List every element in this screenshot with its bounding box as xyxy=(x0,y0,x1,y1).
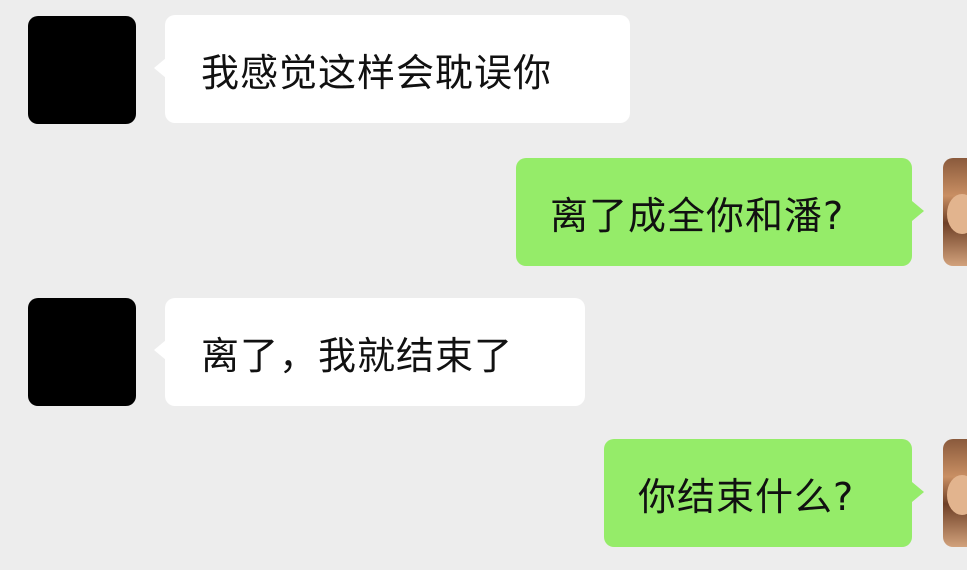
avatar-face xyxy=(947,194,967,234)
message-text: 你结束什么? xyxy=(638,474,855,519)
bubble-tail xyxy=(912,201,924,221)
user-avatar[interactable] xyxy=(943,158,967,266)
message-bubble-incoming[interactable]: 离了，我就结束了 xyxy=(165,298,585,406)
message-bubble-outgoing[interactable]: 离了成全你和潘? xyxy=(516,158,912,266)
bubble-tail xyxy=(912,482,924,502)
message-text: 离了，我就结束了 xyxy=(201,333,514,378)
contact-avatar[interactable] xyxy=(28,298,136,406)
message-bubble-incoming[interactable]: 我感觉这样会耽误你 xyxy=(165,15,630,123)
message-text: 我感觉这样会耽误你 xyxy=(201,50,553,95)
message-bubble-outgoing[interactable]: 你结束什么? xyxy=(604,439,912,547)
chat-area: 我感觉这样会耽误你 离了成全你和潘? 离了，我就结束了 你结束什么? xyxy=(0,0,967,570)
user-avatar[interactable] xyxy=(943,439,967,547)
contact-avatar[interactable] xyxy=(28,16,136,124)
avatar-face xyxy=(947,475,967,515)
message-text: 离了成全你和潘? xyxy=(550,193,845,238)
